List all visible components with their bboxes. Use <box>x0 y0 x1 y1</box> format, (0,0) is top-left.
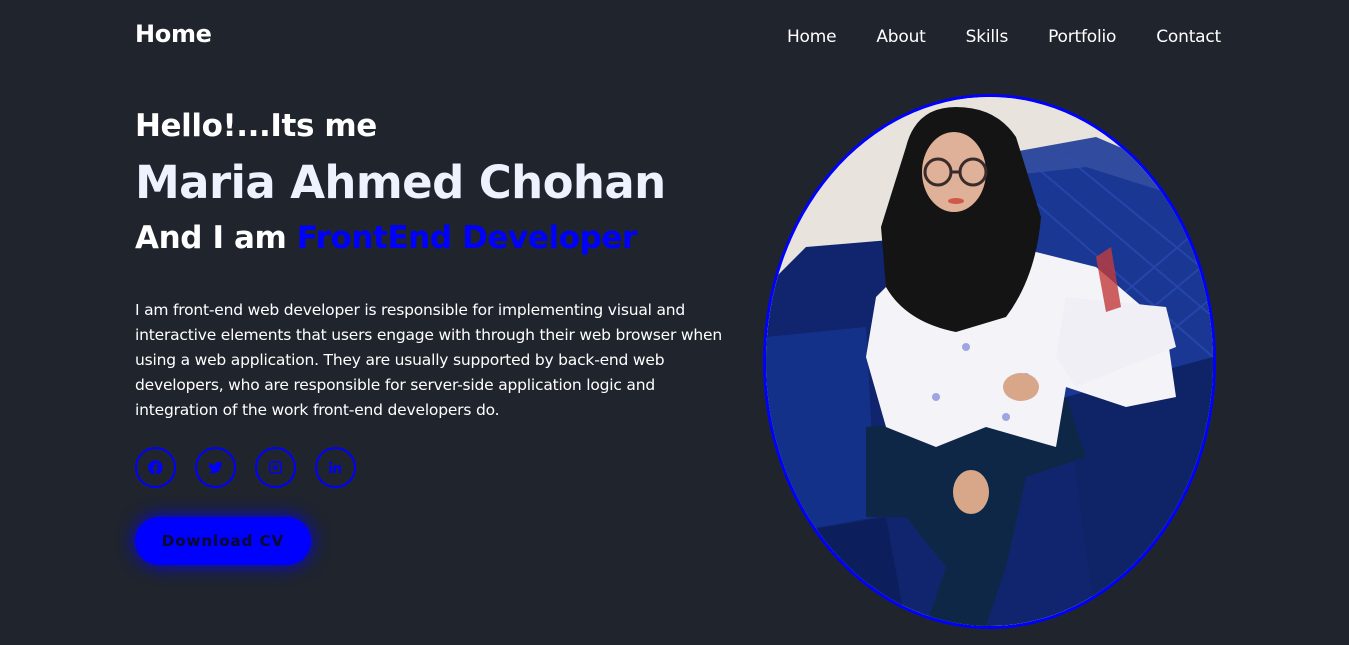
download-cv-button[interactable]: Download CV <box>135 517 311 565</box>
facebook-icon <box>148 460 163 475</box>
role-line: And I am FrontEnd Developer <box>135 214 735 262</box>
greeting: Hello!...Its me <box>135 108 377 144</box>
profile-illustration <box>766 97 1213 626</box>
logo[interactable]: Home <box>135 20 212 48</box>
hero-name: Maria Ahmed Chohan <box>135 156 666 209</box>
instagram-link[interactable] <box>255 447 296 488</box>
linkedin-link[interactable] <box>315 447 356 488</box>
profile-photo <box>763 94 1216 629</box>
social-links <box>135 447 356 488</box>
nav-home[interactable]: Home <box>787 27 837 47</box>
main-nav: Home About Skills Portfolio Contact <box>787 27 1221 47</box>
nav-contact[interactable]: Contact <box>1156 27 1221 47</box>
nav-portfolio[interactable]: Portfolio <box>1048 27 1116 47</box>
linkedin-icon <box>329 461 341 474</box>
role-highlight: FrontEnd Developer <box>296 220 638 256</box>
nav-skills[interactable]: Skills <box>966 27 1009 47</box>
twitter-link[interactable] <box>195 447 236 488</box>
hero-text: Hello!...Its me Maria Ahmed Chohan And I… <box>135 104 735 423</box>
page: Home Home About Skills Portfolio Contact… <box>0 0 1349 645</box>
nav-about[interactable]: About <box>876 27 925 47</box>
twitter-icon <box>208 461 223 474</box>
bio-text: I am front-end web developer is responsi… <box>135 301 722 419</box>
instagram-icon <box>269 461 282 474</box>
facebook-link[interactable] <box>135 447 176 488</box>
role-prefix: And I am <box>135 220 297 256</box>
